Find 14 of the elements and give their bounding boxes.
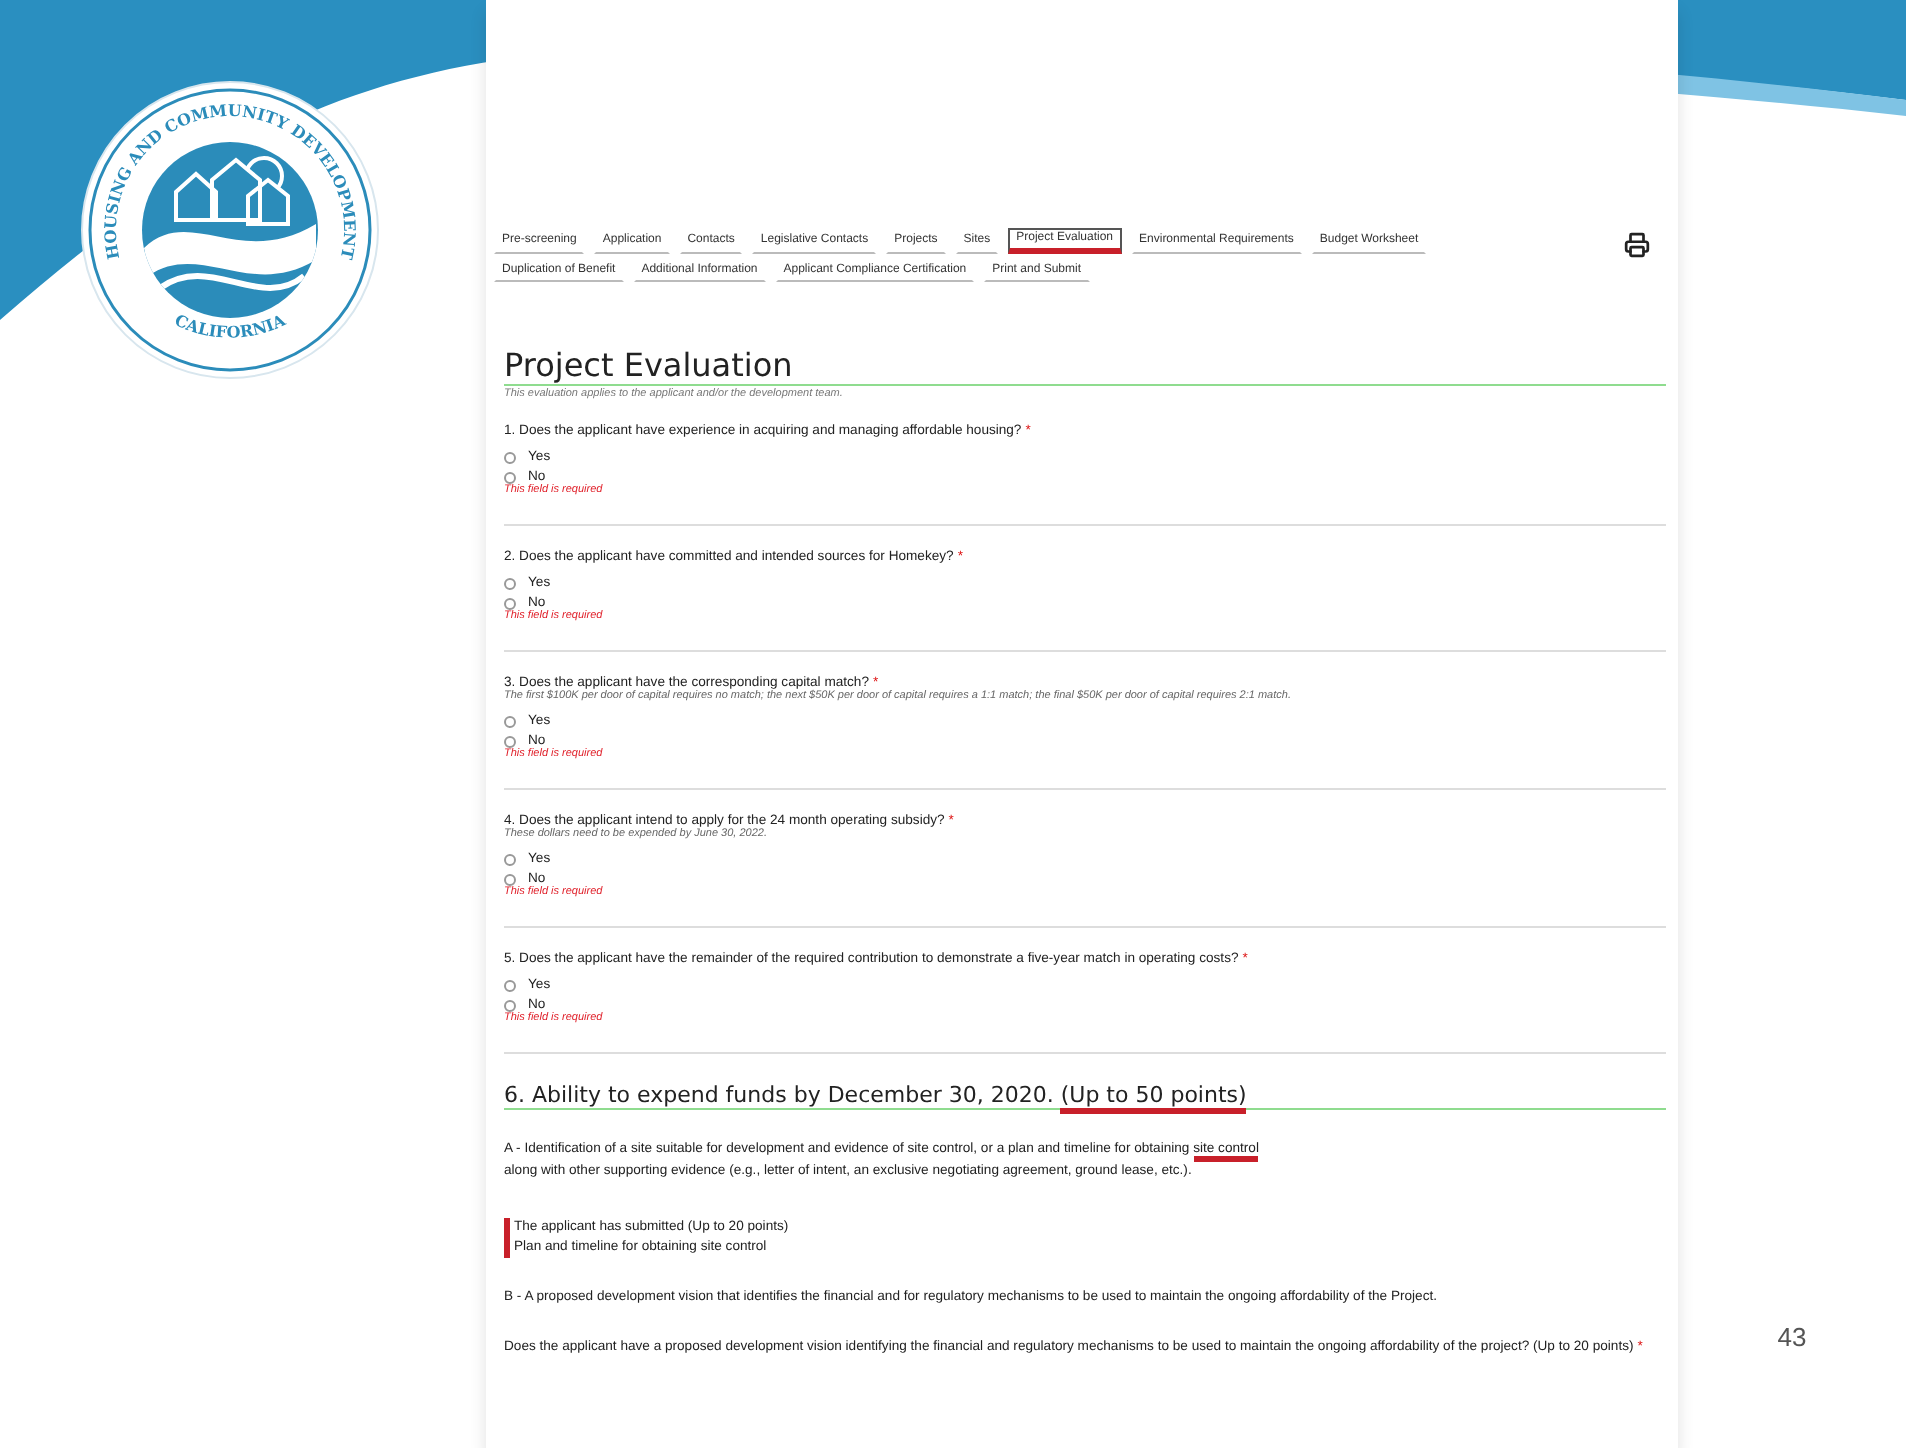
radio-button[interactable]	[504, 577, 516, 589]
radio-button[interactable]	[504, 999, 516, 1011]
radio-button[interactable]	[504, 597, 516, 609]
slide-number: 43	[1777, 1322, 1807, 1352]
print-button[interactable]	[1624, 232, 1650, 258]
radio-button[interactable]	[504, 873, 516, 885]
radio-button[interactable]	[504, 735, 516, 747]
section-title: 6. Ability to expend funds by December 30, 2020. (Up to 50 points)	[504, 1082, 1666, 1108]
radio-button[interactable]	[504, 979, 516, 991]
radio-button[interactable]	[504, 715, 516, 727]
radio-button[interactable]	[504, 471, 516, 483]
page-title: Project Evaluation	[504, 346, 795, 384]
radio-button[interactable]	[504, 853, 516, 865]
radio-button[interactable]	[504, 451, 516, 463]
